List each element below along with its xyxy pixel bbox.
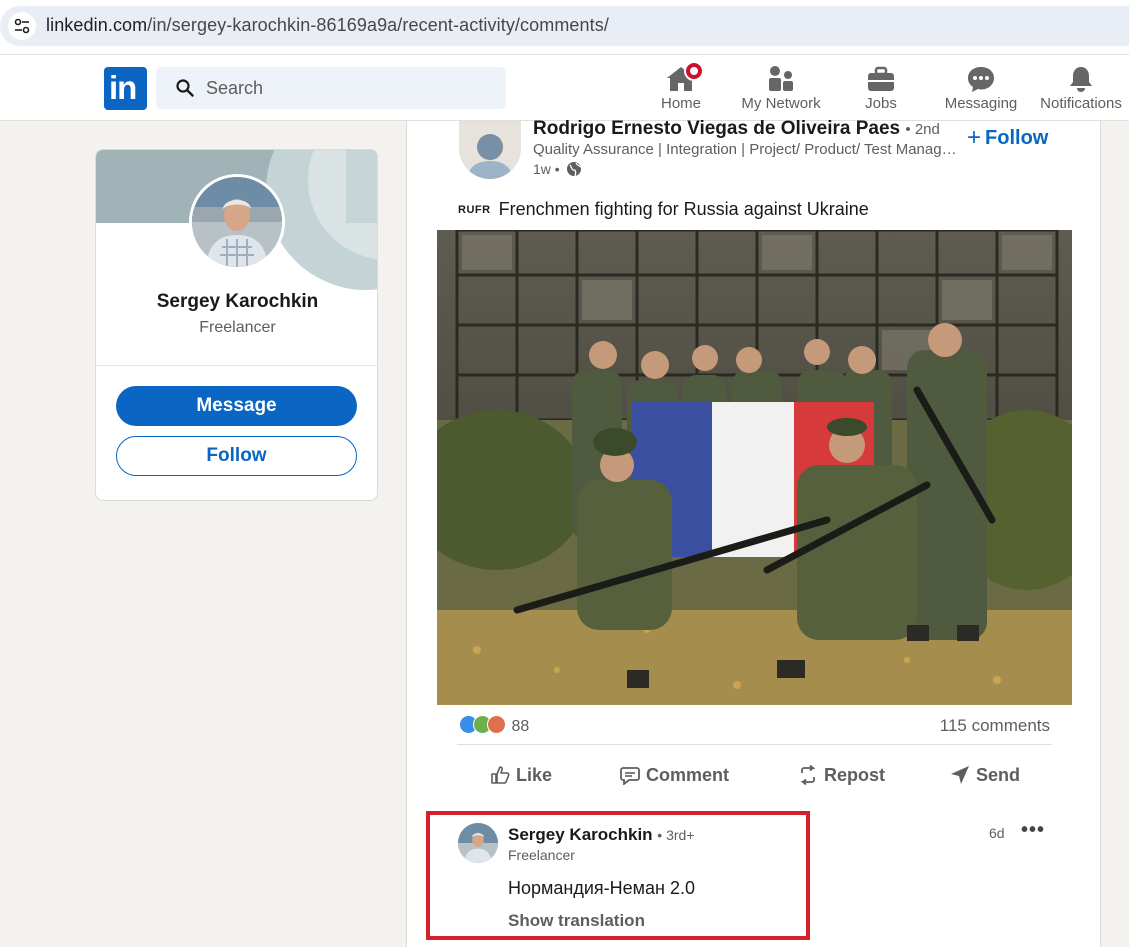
post-follow-label: Follow (985, 127, 1049, 149)
like-label: Like (516, 765, 553, 785)
send-icon (951, 766, 969, 784)
divider (457, 744, 1052, 745)
repost-button[interactable]: Repost (798, 764, 886, 786)
search-input[interactable] (206, 75, 486, 101)
nav-network-label: My Network (741, 95, 821, 112)
send-label: Send (976, 765, 1021, 785)
post-time-text: 1w • (533, 161, 560, 177)
post-author-headline: Quality Assurance | Integration | Projec… (533, 141, 958, 158)
post-text: RUFR Frenchmen fighting for Russia again… (458, 199, 869, 220)
post-follow-button[interactable]: + Follow (967, 124, 1048, 152)
follow-button[interactable]: Follow (116, 436, 357, 476)
love-reaction-icon (487, 715, 506, 734)
nav-home-label: Home (660, 95, 701, 112)
reaction-summary[interactable]: 88 (459, 715, 529, 736)
plus-icon: + (967, 124, 982, 151)
comments-count-link[interactable]: 115 comments (940, 716, 1050, 736)
nav-notifications-label: Notifications (1040, 95, 1122, 112)
nav-messaging-label: Messaging (944, 95, 1018, 112)
comment-button[interactable]: Comment (620, 765, 729, 786)
highlight-box (426, 811, 810, 940)
bell-icon (1070, 67, 1092, 92)
post-author-avatar[interactable] (459, 121, 521, 179)
url-text: linkedin.com/in/sergey-karochkin-86169a9… (46, 15, 609, 36)
message-button[interactable]: Message (116, 386, 357, 426)
url-path: /in/sergey-karochkin-86169a9a/recent-act… (147, 15, 609, 35)
reaction-icons (459, 715, 507, 735)
messaging-icon (968, 67, 994, 92)
search-box[interactable] (156, 67, 506, 109)
divider (96, 365, 377, 366)
nav-my-network[interactable]: My Network (736, 61, 826, 119)
profile-name[interactable]: Sergey Karochkin (96, 291, 377, 313)
post-author-name[interactable]: Rodrigo Ernesto Viegas de Oliveira Paes … (533, 118, 940, 140)
repost-icon (800, 764, 816, 786)
browser-address-bar: linkedin.com/in/sergey-karochkin-86169a9… (0, 0, 1129, 54)
post-timestamp: 1w • (533, 161, 582, 177)
comment-icon (620, 767, 640, 786)
site-settings-icon[interactable] (8, 12, 36, 40)
nav-notifications[interactable]: Notifications (1038, 61, 1124, 119)
nav-messaging[interactable]: Messaging (944, 61, 1018, 119)
more-options-icon[interactable]: ••• (1021, 819, 1045, 842)
linkedin-logo[interactable]: in (104, 67, 147, 110)
nav-jobs-label: Jobs (865, 95, 897, 112)
url-field[interactable]: linkedin.com/in/sergey-karochkin-86169a9… (0, 6, 1129, 46)
comment-timestamp: 6d (989, 825, 1005, 841)
nav-jobs[interactable]: Jobs (855, 61, 907, 119)
notification-badge (684, 61, 704, 81)
post-image[interactable] (437, 230, 1072, 705)
thumbs-up-icon (491, 766, 510, 784)
jobs-icon (868, 66, 894, 91)
reaction-count: 88 (511, 718, 530, 735)
post-author-degree: • 2nd (905, 121, 940, 138)
comment-label: Comment (646, 765, 730, 785)
nav-home[interactable]: Home (652, 61, 710, 119)
profile-card: Sergey Karochkin Freelancer Message Foll… (95, 149, 378, 501)
profile-avatar[interactable] (189, 174, 285, 270)
post-text-body: Frenchmen fighting for Russia against Uk… (498, 199, 869, 219)
repost-label: Repost (824, 765, 886, 785)
like-button[interactable]: Like (490, 765, 552, 786)
top-nav: in Home My Network Jobs (0, 54, 1129, 121)
url-host: linkedin.com (46, 15, 148, 35)
globe-icon (566, 162, 581, 177)
search-icon (176, 79, 194, 97)
profile-title: Freelancer (199, 319, 276, 336)
send-button[interactable]: Send (950, 765, 1020, 786)
post-author-name-text: Rodrigo Ernesto Viegas de Oliveira Paes (533, 118, 901, 139)
logo-text: in (109, 69, 137, 106)
network-icon (769, 66, 793, 91)
language-tag: RUFR (458, 204, 491, 216)
